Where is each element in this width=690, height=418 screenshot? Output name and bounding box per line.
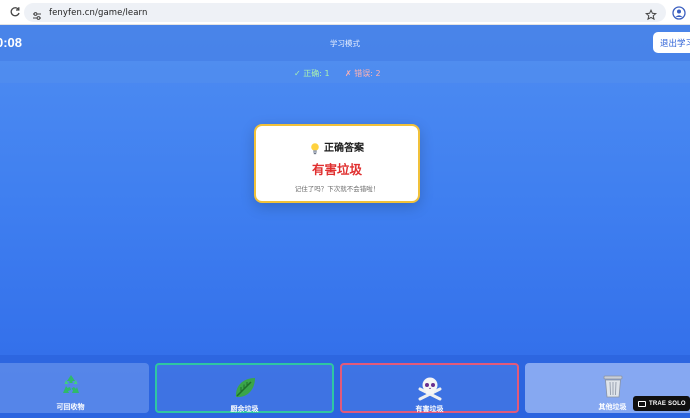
correct-answer: 有害垃圾 bbox=[311, 162, 362, 177]
skull-crossbones-icon bbox=[417, 375, 443, 405]
lightbulb-icon bbox=[310, 140, 320, 155]
modal-header: 正确答案 bbox=[256, 139, 418, 155]
bin-food-waste[interactable]: 厨余垃圾 bbox=[155, 363, 334, 413]
bookmark-star-icon[interactable] bbox=[644, 6, 658, 21]
modal-title: 正确答案 bbox=[324, 143, 364, 154]
profile-icon[interactable] bbox=[672, 5, 686, 20]
exit-learning-button[interactable]: 退出学习 bbox=[653, 32, 690, 53]
modal-hint: 记住了吗？下次就不会错啦！ bbox=[294, 185, 380, 193]
correct-count: ✓ 正确: 1 bbox=[294, 69, 330, 78]
mode-title: 学习模式 bbox=[330, 39, 360, 48]
bin-label: 厨余垃圾 bbox=[230, 405, 259, 413]
browser-toolbar: fenyfen.cn/game/learn bbox=[0, 0, 690, 25]
screen-icon bbox=[638, 400, 646, 407]
bin-label: 有害垃圾 bbox=[415, 405, 444, 413]
bin-label: 可回收物 bbox=[56, 403, 85, 411]
answer-modal: 正确答案 有害垃圾 记住了吗？下次就不会错啦！ bbox=[254, 124, 420, 203]
recycle-icon bbox=[59, 373, 83, 401]
address-bar[interactable]: fenyfen.cn/game/learn bbox=[24, 3, 666, 22]
url-text[interactable]: fenyfen.cn/game/learn bbox=[49, 8, 147, 18]
score-bar: ✓ 正确: 1 ✗ 错误: 2 bbox=[0, 61, 690, 83]
trae-solo-badge[interactable]: TRAE SOLO bbox=[633, 396, 690, 411]
wrong-count: ✗ 错误: 2 bbox=[345, 69, 381, 78]
bin-recyclable[interactable]: 可回收物 bbox=[0, 363, 149, 413]
bin-hazardous[interactable]: 有害垃圾 bbox=[340, 363, 519, 413]
reload-icon[interactable] bbox=[8, 5, 22, 19]
top-bar: 0:08 学习模式 退出学习 bbox=[0, 25, 690, 61]
game-page: 0:08 学习模式 退出学习 ✓ 正确: 1 ✗ 错误: 2 正确答案 有害垃圾… bbox=[0, 25, 690, 418]
leaf-icon bbox=[232, 375, 258, 405]
badge-text: TRAE SOLO bbox=[649, 400, 686, 407]
site-settings-icon[interactable] bbox=[31, 7, 43, 20]
trash-can-icon bbox=[601, 373, 625, 403]
bins-bar: 可回收物 厨余垃圾 有害垃圾 其他垃圾 bbox=[0, 355, 690, 418]
